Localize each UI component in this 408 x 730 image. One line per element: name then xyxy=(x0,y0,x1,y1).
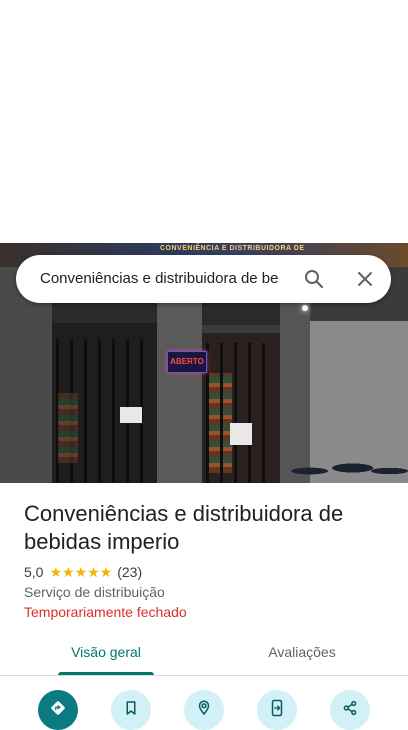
tab-reviews[interactable]: Avaliações xyxy=(240,637,364,674)
action-buttons xyxy=(0,688,408,730)
directions-icon xyxy=(51,701,65,715)
status-badge: Temporariamente fechado xyxy=(24,604,187,620)
nearby-button[interactable] xyxy=(184,690,224,730)
place-category: Serviço de distribuição xyxy=(24,584,165,600)
divider xyxy=(0,675,408,676)
paper-notice xyxy=(120,407,142,423)
nearby-icon xyxy=(198,700,210,716)
rating-row[interactable]: 5,0 ★★★★★ (23) xyxy=(24,563,142,581)
place-title: Conveniências e distribuidora de bebidas… xyxy=(24,501,344,554)
shelf-left xyxy=(58,393,78,463)
rating-value: 5,0 xyxy=(24,564,44,580)
storefront-sign-text: CONVENIÊNCIA E DISTRIBUIDORA DE xyxy=(160,245,305,252)
share-icon xyxy=(343,700,357,716)
save-button[interactable] xyxy=(111,690,151,730)
search-input[interactable]: Conveniências e distribuidora de be xyxy=(40,255,290,303)
close-icon[interactable] xyxy=(353,267,377,291)
search-bar[interactable]: Conveniências e distribuidora de be xyxy=(16,255,391,303)
share-button[interactable] xyxy=(330,690,370,730)
blank-area xyxy=(0,0,408,243)
open-neon-sign: ABERTO xyxy=(167,351,207,373)
send-to-phone-icon xyxy=(271,699,283,717)
bookmark-icon xyxy=(126,701,136,715)
tab-bar: Visão geral Avaliações xyxy=(0,637,408,677)
ceiling-light xyxy=(302,305,308,311)
paper-notice xyxy=(230,423,252,445)
review-count[interactable]: (23) xyxy=(117,564,142,580)
chairs xyxy=(285,453,408,483)
send-to-phone-button[interactable] xyxy=(257,690,297,730)
pillar xyxy=(157,303,202,483)
star-rating-icon: ★★★★★ xyxy=(49,563,113,580)
gate-bars-right xyxy=(206,343,276,483)
tab-overview[interactable]: Visão geral xyxy=(44,637,168,674)
search-icon[interactable] xyxy=(302,267,326,291)
directions-button[interactable] xyxy=(38,690,78,730)
